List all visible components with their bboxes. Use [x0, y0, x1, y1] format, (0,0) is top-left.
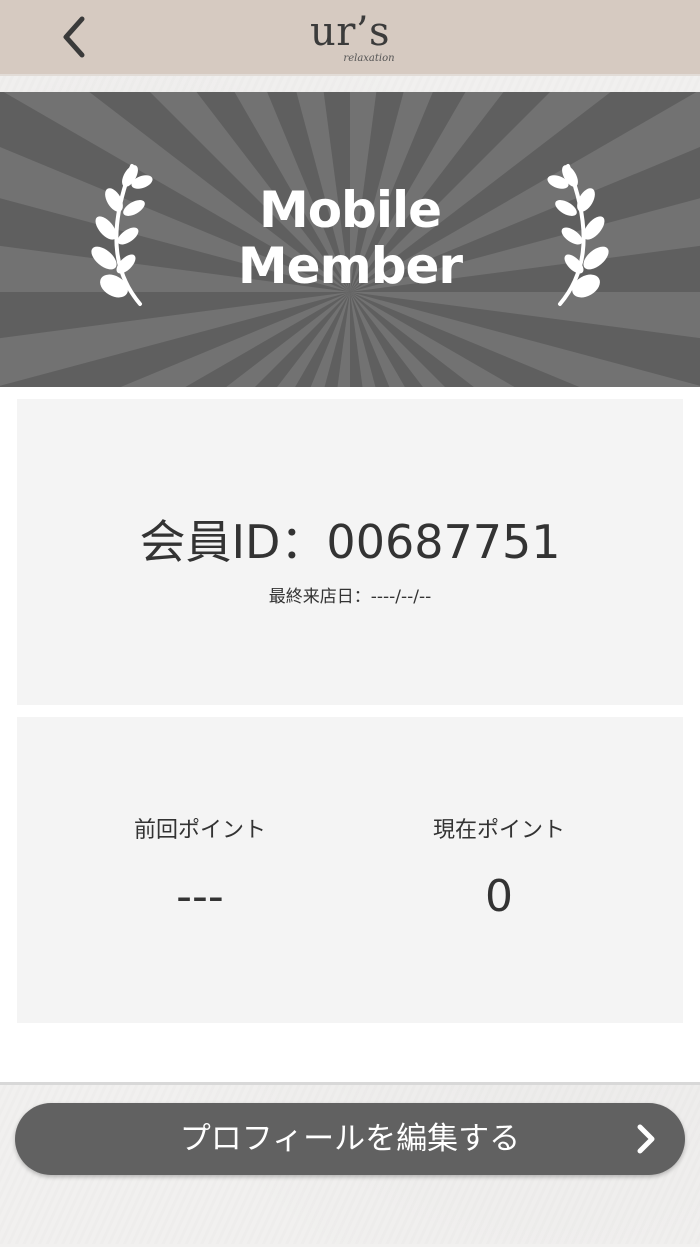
previous-points: 前回ポイント --- — [50, 815, 350, 925]
banner-title-line2: Member — [237, 237, 463, 295]
current-points-label: 現在ポイント — [432, 818, 565, 843]
chevron-right-icon — [637, 1124, 655, 1154]
logo-subtext: relaxation — [343, 53, 395, 64]
current-points: 現在ポイント 0 — [349, 815, 649, 925]
laurel-branch-icon — [547, 164, 609, 306]
banner-title: Mobile Member — [150, 182, 550, 294]
previous-points-value: --- — [176, 871, 224, 922]
current-points-value: 0 — [485, 871, 513, 922]
edit-profile-button[interactable]: プロフィールを編集する — [15, 1103, 685, 1175]
mobile-member-banner: Mobile Member — [0, 92, 700, 387]
last-visit-date: 最終来店日：----/--/-- — [268, 587, 432, 607]
footer-bar: プロフィールを編集する — [0, 1082, 700, 1247]
edit-profile-label: プロフィールを編集する — [179, 1121, 521, 1157]
laurel-branch-icon — [91, 164, 153, 306]
chevron-left-icon — [63, 16, 85, 58]
previous-points-label: 前回ポイント — [133, 818, 266, 843]
logo-text: ur’s — [309, 9, 391, 55]
banner-title-line1: Mobile — [258, 181, 442, 239]
points-card: 前回ポイント --- 現在ポイント 0 — [17, 717, 683, 1023]
back-button[interactable] — [44, 8, 104, 66]
member-id-card: 会員ID：00687751 最終来店日：----/--/-- — [17, 399, 683, 705]
app-header: ur’s relaxation — [0, 0, 700, 76]
brand-logo: ur’s relaxation — [250, 6, 450, 68]
member-id: 会員ID：00687751 — [139, 515, 561, 569]
member-content: Mobile Member 会員ID：00687751 最終来店日：----/-… — [0, 92, 700, 1082]
